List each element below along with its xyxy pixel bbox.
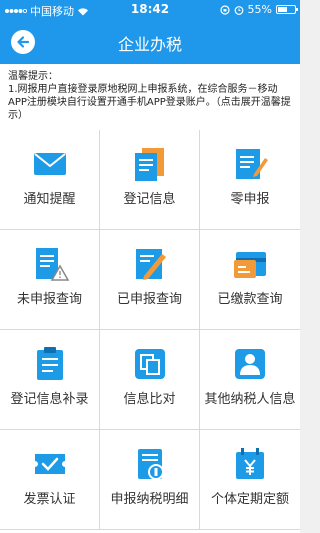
notice-body: 1.网报用户直接登录原地税网上申报系统，在综合服务－移动APP注册模块自行设置开… bbox=[8, 84, 291, 121]
battery-icon bbox=[276, 5, 298, 14]
ticket-check-icon bbox=[35, 454, 65, 474]
tile-invoice-auth[interactable]: 发票认证 bbox=[0, 430, 100, 530]
tile-label: 未申报查询 bbox=[16, 292, 82, 307]
page-title: 企业办税 bbox=[117, 35, 182, 54]
compare-icon bbox=[135, 349, 165, 379]
tile-undeclared-query[interactable]: 未申报查询 bbox=[0, 230, 100, 330]
tile-label: 发票认证 bbox=[23, 492, 76, 507]
tile-info-compare[interactable]: 信息比对 bbox=[100, 330, 200, 430]
battery-percent: 55% bbox=[247, 3, 272, 16]
clipboard-icon bbox=[37, 347, 63, 380]
alarm-icon bbox=[234, 5, 243, 15]
pencil-document-icon bbox=[136, 249, 166, 280]
menu-grid: 通知提醒 登记信息 零申报 未申报查询 已申报查询 已缴款查询 登记信息补录 信… bbox=[0, 130, 300, 533]
tax-detail-icon bbox=[138, 449, 164, 480]
tile-declared-query[interactable]: 已申报查询 bbox=[100, 230, 200, 330]
status-right: 55% bbox=[219, 3, 298, 16]
tile-notification[interactable]: 通知提醒 bbox=[0, 130, 100, 230]
tile-label: 信息比对 bbox=[123, 392, 176, 407]
edit-document-icon bbox=[236, 149, 268, 179]
rotation-lock-icon bbox=[219, 4, 230, 15]
nav-bar: 企业办税 bbox=[0, 20, 300, 64]
tile-label: 其他纳税人信息 bbox=[204, 392, 296, 407]
tile-registration-supplement[interactable]: 登记信息补录 bbox=[0, 330, 100, 430]
status-bar: 中国移动 18:42 55% bbox=[0, 0, 300, 20]
tile-label: 登记信息 bbox=[123, 192, 176, 207]
tile-label: 已缴款查询 bbox=[217, 292, 283, 307]
notice-panel[interactable]: 温馨提示： 1.网报用户直接登录原地税网上申报系统，在综合服务－移动APP注册模… bbox=[0, 64, 300, 130]
tile-individual-fixed-quota[interactable]: 个体定期定额 bbox=[200, 430, 300, 530]
tile-label: 申报纳税明细 bbox=[110, 492, 189, 507]
tile-registration-info[interactable]: 登记信息 bbox=[100, 130, 200, 230]
tile-label: 个体定期定额 bbox=[210, 492, 289, 507]
tile-other-taxpayer-info[interactable]: 其他纳税人信息 bbox=[200, 330, 300, 430]
tile-label: 通知提醒 bbox=[23, 192, 76, 207]
documents-icon bbox=[135, 148, 164, 181]
envelope-icon bbox=[34, 153, 66, 175]
tile-label: 零申报 bbox=[230, 192, 270, 207]
payment-card-icon bbox=[234, 252, 266, 278]
tile-tax-detail[interactable]: 申报纳税明细 bbox=[100, 430, 200, 530]
notice-title: 温馨提示： bbox=[8, 71, 58, 82]
tile-label: 登记信息补录 bbox=[10, 392, 89, 407]
calendar-yen-icon bbox=[236, 448, 264, 479]
battery-fill bbox=[278, 7, 287, 12]
tile-label: 已申报查询 bbox=[116, 292, 182, 307]
warning-document-icon bbox=[36, 248, 70, 281]
tile-paid-query[interactable]: 已缴款查询 bbox=[200, 230, 300, 330]
person-card-icon bbox=[235, 349, 265, 379]
tile-zero-declaration[interactable]: 零申报 bbox=[200, 130, 300, 230]
